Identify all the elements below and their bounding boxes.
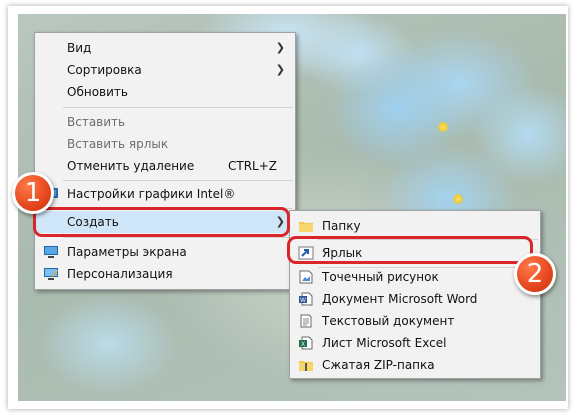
- menu-separator: [63, 180, 293, 181]
- menu-item-paste-shortcut: Вставить ярлык: [35, 133, 295, 155]
- folder-icon: [298, 219, 314, 233]
- step-1-badge: 1: [12, 172, 54, 214]
- svg-text:X: X: [301, 342, 305, 348]
- menu-item-label: Параметры экрана: [67, 245, 187, 259]
- display-settings-icon: [43, 245, 59, 259]
- personalization-icon: [43, 267, 59, 281]
- submenu-item-zip-folder[interactable]: Сжатая ZIP-папка: [290, 354, 540, 376]
- text-document-icon: [298, 314, 314, 328]
- menu-item-label: Обновить: [67, 85, 128, 99]
- submenu-item-label: Точечный рисунок: [322, 270, 439, 284]
- submenu-item-excel[interactable]: X Лист Microsoft Excel: [290, 332, 540, 354]
- callout-shortcut-highlight: [287, 236, 533, 264]
- submenu-item-label: Папку: [322, 219, 361, 233]
- menu-item-label: Отменить удаление: [67, 159, 195, 173]
- word-document-icon: W: [298, 292, 314, 306]
- menu-separator: [63, 237, 293, 238]
- menu-item-personalization[interactable]: Персонализация: [35, 263, 295, 285]
- submenu-item-label: Сжатая ZIP-папка: [322, 358, 435, 372]
- shortcut-text: CTRL+Z: [227, 159, 277, 173]
- submenu-item-folder[interactable]: Папку: [290, 215, 540, 237]
- menu-item-label: Сортировка: [67, 63, 142, 77]
- menu-item-sort[interactable]: Сортировка ❯: [35, 59, 295, 81]
- chevron-right-icon: ❯: [275, 63, 285, 76]
- menu-item-undo-delete[interactable]: Отменить удаление CTRL+Z: [35, 155, 295, 177]
- submenu-item-bitmap[interactable]: Точечный рисунок: [290, 266, 540, 288]
- desktop-context-menu: Вид ❯ Сортировка ❯ Обновить Вставить Вст…: [34, 32, 296, 290]
- zip-folder-icon: [298, 358, 314, 372]
- submenu-item-text-document[interactable]: Текстовый документ: [290, 310, 540, 332]
- menu-item-display-settings[interactable]: Параметры экрана: [35, 241, 295, 263]
- chevron-right-icon: ❯: [275, 41, 285, 54]
- menu-item-label: Вид: [67, 41, 92, 55]
- menu-item-view[interactable]: Вид ❯: [35, 37, 295, 59]
- submenu-item-label: Документ Microsoft Word: [322, 292, 478, 306]
- menu-item-label: Персонализация: [67, 267, 173, 281]
- step-2-badge: 2: [514, 253, 556, 295]
- callout-create-highlight: [33, 207, 290, 237]
- menu-item-label: Вставить ярлык: [67, 137, 169, 151]
- menu-item-label: Настройки графики Intel®: [67, 187, 236, 201]
- bitmap-icon: [298, 270, 314, 284]
- submenu-item-word-document[interactable]: W Документ Microsoft Word: [290, 288, 540, 310]
- flower-center-decoration: [453, 194, 463, 204]
- menu-item-refresh[interactable]: Обновить: [35, 81, 295, 103]
- flower-center-decoration: [438, 122, 448, 132]
- menu-item-label: Вставить: [67, 115, 126, 129]
- menu-separator: [63, 107, 293, 108]
- submenu-item-label: Лист Microsoft Excel: [322, 336, 447, 350]
- submenu-item-label: Текстовый документ: [322, 314, 455, 328]
- svg-text:W: W: [300, 298, 306, 304]
- menu-item-paste: Вставить: [35, 111, 295, 133]
- excel-icon: X: [298, 336, 314, 350]
- menu-item-intel-graphics[interactable]: Настройки графики Intel®: [35, 183, 295, 205]
